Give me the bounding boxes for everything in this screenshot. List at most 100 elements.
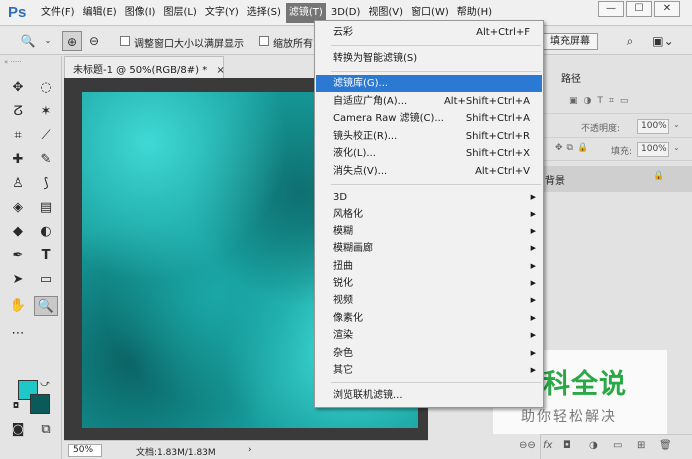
menu-item-stylize[interactable]: 风格化 ▶ [316,206,542,223]
menu-item-noise[interactable]: 杂色 ▶ [316,345,542,362]
menu-item-browse-online-filters[interactable]: 浏览联机滤镜... [316,387,542,404]
opacity-label: 不透明度: [581,124,621,134]
resize-windows-checkbox[interactable] [120,36,130,46]
menu-item-liquify[interactable]: 液化(L)... Shift+Ctrl+X [316,145,542,162]
swap-colors-icon[interactable]: ⤻ [38,374,52,394]
menu-item-camera-raw[interactable]: Camera Raw 滤镜(C)... Shift+Ctrl+A [316,110,542,127]
submenu-arrow-icon: ▶ [530,227,536,235]
lock-icon[interactable]: 🔒 [653,171,664,181]
tools-panel: « ····· ✥ ◌ ⵒ ✶ ⌗ ⟋ ✚ ✎ ♙ ⟆ ◈ ▤ ◆ ◐ ✒ T … [0,56,62,459]
panel-grip-icon[interactable]: « ····· [4,58,58,66]
menu-item-blur-gallery[interactable]: 模糊画廊 ▶ [316,240,542,257]
submenu-arrow-icon: ▶ [530,296,536,304]
document-tab[interactable]: 未标题-1 @ 50%(RGB/8#) * × [64,56,225,78]
rectangle-tool-icon[interactable]: ▭ [34,270,58,290]
menu-item-convert-smart-filter[interactable]: 转换为智能滤镜(S) [316,50,542,67]
menu-item-lens-correction[interactable]: 镜头校正(R)... Shift+Ctrl+R [316,128,542,145]
menu-item-vanishing-point[interactable]: 消失点(V)... Alt+Ctrl+V [316,163,542,180]
submenu-arrow-icon: ▶ [530,262,536,270]
menu-item-other[interactable]: 其它 ▶ [316,362,542,379]
fx-icon[interactable]: fx [543,440,552,451]
more-tools-icon[interactable]: ⋯ [6,324,30,344]
menu-item-clouds[interactable]: 云彩 Alt+Ctrl+F [316,24,542,41]
zoom-tool-preset-icon[interactable]: 🔍 [18,31,38,51]
submenu-arrow-icon: ▶ [530,331,536,339]
dodge-tool-icon[interactable]: ◐ [34,222,58,242]
pen-tool-icon[interactable]: ✒ [6,246,30,266]
close-button[interactable]: ✕ [654,1,680,17]
search-icon[interactable]: ⌕ [620,31,640,51]
minimize-button[interactable]: — [598,1,624,17]
type-tool-icon[interactable]: T [34,246,58,266]
zoom-in-icon[interactable]: ⊕ [62,31,82,51]
menu-item-sharpen[interactable]: 锐化 ▶ [316,275,542,292]
menu-item-3d[interactable]: 3D ▶ [316,189,542,206]
menu-item-filter-gallery[interactable]: 滤镜库(G)... [316,75,542,92]
menu-item-pixelate[interactable]: 像素化 ▶ [316,310,542,327]
layer-filter-icons[interactable]: ▣◑T⌗▭ [569,96,634,106]
group-icon[interactable]: ▭ [613,440,622,451]
new-layer-icon[interactable]: ⊞ [637,440,645,451]
workspace-icon[interactable]: ▣⌄ [648,31,678,51]
adjustment-layer-icon[interactable]: ◑ [589,440,598,451]
stamp-tool-icon[interactable]: ♙ [6,174,30,194]
blur-tool-icon[interactable]: ◆ [6,222,30,242]
lasso-tool-icon[interactable]: ⵒ [6,102,30,122]
lock-options-icons[interactable]: ✥⧉🔒 [555,143,592,153]
brush-tool-icon[interactable]: ✎ [34,150,58,170]
eyedropper-icon[interactable]: ⟋ [34,126,58,146]
crop-tool-icon[interactable]: ⌗ [6,126,30,146]
submenu-arrow-icon: ▶ [530,366,536,374]
fill-field[interactable]: 100% [637,142,669,157]
menu-item-video[interactable]: 视频 ▶ [316,292,542,309]
layer-row-background[interactable]: 背景 🔒 [541,166,692,192]
zoom-level-field[interactable]: 50% [68,444,102,457]
menu-file[interactable]: 文件(F) [38,3,78,23]
maximize-button[interactable]: ☐ [626,1,652,17]
zoom-all-checkbox[interactable] [259,36,269,46]
status-menu-arrow-icon[interactable]: › [248,445,252,455]
opacity-field[interactable]: 100% [637,119,669,134]
menu-item-blur[interactable]: 模糊 ▶ [316,223,542,240]
quick-mask-icon[interactable]: ◙ [6,420,30,440]
tab-paths[interactable]: 路径 [561,70,581,85]
menu-type[interactable]: 文字(Y) [202,3,242,23]
ps-logo: Ps [8,4,27,21]
status-bar: 50% 文档:1.83M/1.83M › [64,440,428,459]
menu-select[interactable]: 选择(S) [244,3,284,23]
history-brush-icon[interactable]: ⟆ [34,174,58,194]
default-colors-icon[interactable]: ◘ [10,396,22,416]
menu-separator [331,71,541,72]
gradient-tool-icon[interactable]: ▤ [34,198,58,218]
zoom-tool-icon[interactable]: 🔍 [34,296,58,316]
fill-label: 填充: [611,147,633,157]
move-tool-icon[interactable]: ✥ [6,78,30,98]
chevron-down-icon[interactable]: ⌄ [673,143,680,152]
path-select-icon[interactable]: ➤ [6,270,30,290]
layer-name: 背景 [545,176,565,187]
menu-separator [331,184,541,185]
screen-mode-icon[interactable]: ⧉ [34,420,58,440]
link-layers-icon[interactable]: ⊖⊖ [519,440,536,451]
eraser-icon[interactable]: ◈ [6,198,30,218]
add-mask-icon[interactable]: ◘ [563,440,571,451]
chevron-down-icon[interactable]: ⌄ [673,120,680,129]
menu-item-adaptive-wide-angle[interactable]: 自适应广角(A)... Alt+Shift+Ctrl+A [316,93,542,110]
chevron-down-icon[interactable]: ⌄ [38,31,58,51]
submenu-arrow-icon: ▶ [530,314,536,322]
zoom-all-label: 缩放所有 [273,39,313,50]
fill-screen-button[interactable]: 填充屏幕 [542,33,598,50]
hand-tool-icon[interactable]: ✋ [6,296,30,316]
menu-layer[interactable]: 图层(L) [160,3,199,23]
magic-wand-icon[interactable]: ✶ [34,102,58,122]
close-tab-icon[interactable]: × [216,65,224,76]
menu-edit[interactable]: 编辑(E) [80,3,120,23]
menu-image[interactable]: 图像(I) [122,3,159,23]
zoom-out-icon[interactable]: ⊖ [84,31,104,51]
marquee-tool-icon[interactable]: ◌ [34,78,58,98]
trash-icon[interactable]: 🗑 [659,440,672,451]
healing-brush-icon[interactable]: ✚ [6,150,30,170]
menu-item-render[interactable]: 渲染 ▶ [316,327,542,344]
background-color-swatch[interactable] [30,394,50,414]
menu-item-distort[interactable]: 扭曲 ▶ [316,258,542,275]
